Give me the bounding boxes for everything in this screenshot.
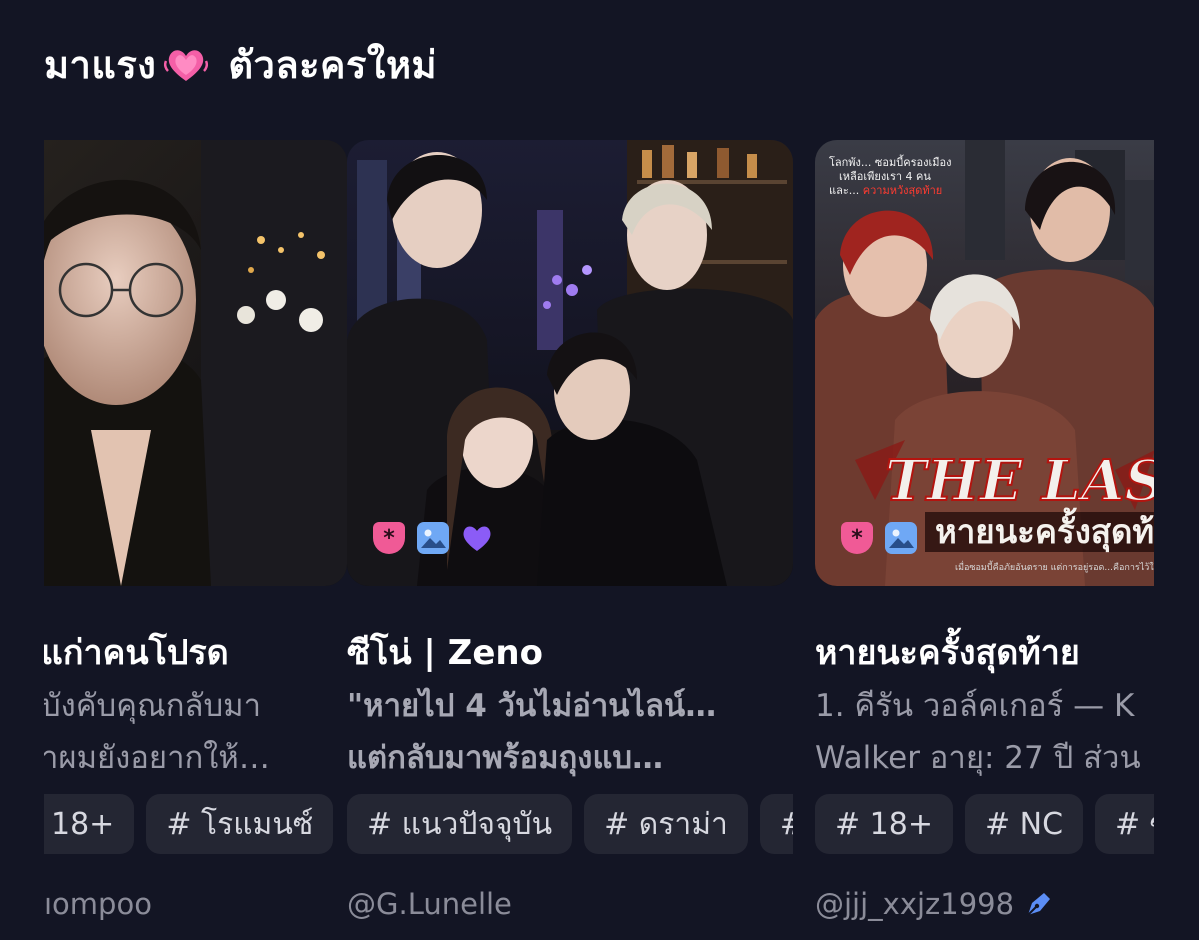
svg-text:หายนะครั้งสุดท้าย: หายนะครั้งสุดท้าย [935, 507, 1154, 553]
description-line: าผมยังอยากให้… [44, 740, 270, 776]
section-title: มาแรง ตัวละครใหม่ [44, 34, 437, 95]
tag-chip[interactable]: # ดราม่า [584, 794, 748, 854]
character-card[interactable]: โลกพัง... ซอมบี้ครองเมือง เหลือเพียงเรา … [815, 140, 1154, 940]
svg-text:และ... ความหวังสุดท้าย: และ... ความหวังสุดท้าย [829, 184, 942, 197]
character-card[interactable]: แก่าคนโปรด บังคับคุณกลับมา าผมยังอยากให้… [44, 140, 347, 940]
heart-icon [461, 522, 493, 554]
badge-row: * [373, 522, 493, 554]
author-handle[interactable]: @jjj_xxjz1998 [815, 887, 1056, 921]
tag-list: 18+ # โรแมนซ์ [44, 794, 334, 854]
svg-text:THE LAST FOU: THE LAST FOU [885, 448, 1154, 514]
character-cover-image[interactable]: * [347, 140, 793, 586]
badge-row: * [841, 522, 917, 554]
description-line: "หายไป 4 วันไม่อ่านไลน์… [347, 688, 717, 724]
section-title-part1: มาแรง [44, 43, 157, 87]
description-line: Walker อายุ: 27 ปี ส่วน [815, 740, 1141, 776]
character-title: หายนะครั้งสุดท้าย [815, 633, 1080, 673]
author-name: @G.Lunelle [347, 887, 512, 921]
shield-icon: * [373, 522, 405, 554]
character-cover-image[interactable] [44, 140, 347, 586]
character-description: "หายไป 4 วันไม่อ่านไลน์… แต่กลับมาพร้อมถ… [347, 680, 767, 784]
image-icon [885, 522, 917, 554]
author-handle[interactable]: @G.Lunelle [347, 887, 512, 921]
tag-chip[interactable]: # แนวปัจจุบัน [347, 794, 573, 854]
tag-chip[interactable]: # 18+ [815, 794, 953, 854]
author-name: @jjj_xxjz1998 [815, 887, 1015, 921]
description-line: บังคับคุณกลับมา [44, 688, 262, 724]
author-name: ıompoo [44, 887, 152, 921]
svg-text:เหลือเพียงเรา 4 คน: เหลือเพียงเรา 4 คน [839, 170, 931, 183]
character-title: แก่าคนโปรด [44, 633, 229, 673]
description-line: 1. คีรัน วอล์คเกอร์ — K [815, 688, 1135, 724]
description-line: แต่กลับมาพร้อมถุงแบ… [347, 740, 664, 776]
tag-list: # 18+ # NC # ซอ [815, 794, 1154, 854]
tag-chip[interactable]: 18+ [44, 794, 135, 854]
growing-heart-icon [162, 41, 210, 89]
section-title-part2: ตัวละครใหม่ [228, 43, 438, 87]
svg-text:โลกพัง... ซอมบี้ครองเมือง: โลกพัง... ซอมบี้ครองเมือง [829, 154, 951, 169]
character-cover-image[interactable]: โลกพัง... ซอมบี้ครองเมือง เหลือเพียงเรา … [815, 140, 1154, 586]
tag-chip[interactable]: # โรแมนซ์ [146, 794, 334, 854]
character-title: ซีโน่ | Zeno [347, 633, 543, 673]
tag-chip[interactable]: # NC [964, 794, 1084, 854]
character-card[interactable]: * ซีโน่ | Zeno "หายไป 4 วันไม่อ่านไลน์… … [347, 140, 793, 940]
character-description: 1. คีรัน วอล์คเกอร์ — K Walker อายุ: 27 … [815, 680, 1154, 784]
image-icon [417, 522, 449, 554]
tag-list: # แนวปัจจุบัน # ดราม่า # [347, 794, 793, 854]
character-description: บังคับคุณกลับมา าผมยังอยากให้… [44, 680, 347, 784]
shield-icon: * [841, 522, 873, 554]
tag-chip[interactable]: # ซอ [1095, 794, 1154, 854]
author-handle[interactable]: ıompoo [44, 887, 152, 921]
tag-chip[interactable]: # [759, 794, 793, 854]
character-carousel[interactable]: แก่าคนโปรด บังคับคุณกลับมา าผมยังอยากให้… [44, 140, 1154, 940]
pen-nib-icon [1022, 887, 1056, 921]
